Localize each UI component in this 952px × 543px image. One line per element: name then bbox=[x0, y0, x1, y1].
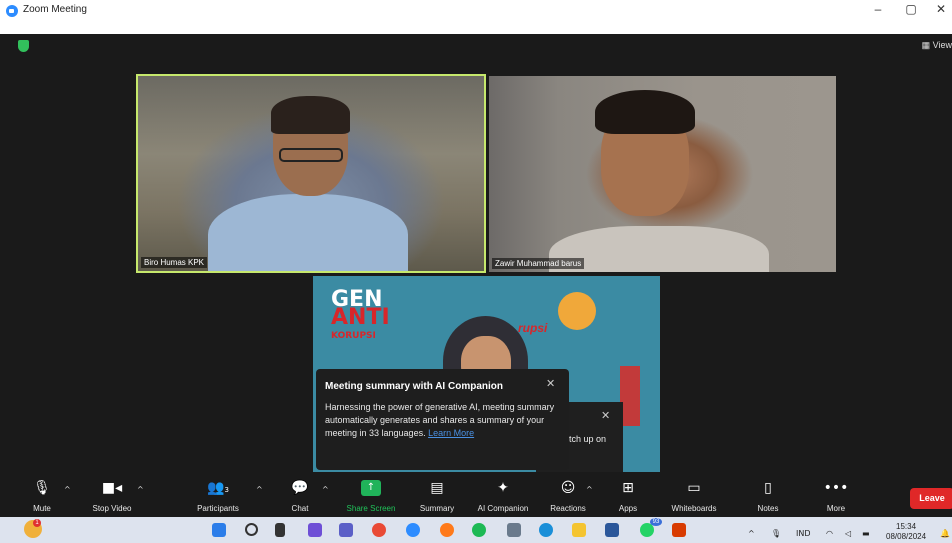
secondary-tooltip-close-icon[interactable]: ✕ bbox=[601, 409, 610, 422]
title-bar: Zoom Meeting – ▢ ✕ bbox=[0, 0, 952, 34]
chat-bubble-icon: 💬 bbox=[291, 480, 309, 496]
participant-hair bbox=[271, 96, 350, 134]
whiteboard-icon: ▭ bbox=[687, 480, 701, 496]
spotify-icon[interactable] bbox=[472, 523, 486, 537]
powerpoint-icon[interactable] bbox=[672, 523, 686, 537]
smiley-plus-icon: ☺ bbox=[560, 480, 576, 496]
video-tile-biro-humas[interactable]: Biro Humas KPK bbox=[136, 74, 486, 273]
mute-button[interactable]: 🎙 Mute bbox=[7, 478, 77, 513]
minimize-button[interactable]: – bbox=[867, 2, 889, 16]
tooltip-body: Harnessing the power of generative AI, m… bbox=[325, 402, 555, 438]
edge-icon[interactable] bbox=[539, 523, 553, 537]
notes-icon: ▯ bbox=[764, 480, 772, 496]
leave-button[interactable]: Leave bbox=[910, 488, 952, 509]
search-icon[interactable] bbox=[245, 523, 258, 536]
secondary-tooltip-text: tch up on bbox=[569, 434, 607, 444]
close-button[interactable]: ✕ bbox=[930, 2, 952, 16]
gen-anti-korupsi-logo: GEN ANTI KORUPSI bbox=[331, 287, 390, 342]
summary-document-icon: ▤ bbox=[430, 480, 444, 496]
microphone-icon: 🎙 bbox=[33, 480, 51, 496]
summary-button[interactable]: ▤ Summary bbox=[402, 478, 472, 513]
tooltip-title: Meeting summary with AI Companion bbox=[325, 381, 503, 392]
tray-microphone-icon[interactable]: 🎙 bbox=[771, 529, 781, 538]
participant-glasses bbox=[279, 148, 343, 162]
participant-hair bbox=[595, 90, 695, 134]
file-explorer-icon[interactable] bbox=[572, 523, 586, 537]
participant-name-label: Zawir Muhammad barus bbox=[492, 258, 585, 269]
apps-button[interactable]: ⊞ Apps bbox=[593, 478, 663, 513]
participants-icon: 👥3 bbox=[207, 480, 229, 496]
window-title: Zoom Meeting bbox=[23, 4, 87, 15]
notes-button[interactable]: ▯ Notes bbox=[733, 478, 803, 513]
more-button[interactable]: ••• More bbox=[801, 478, 871, 513]
language-indicator[interactable]: IND bbox=[796, 529, 811, 538]
zoom-logo-icon bbox=[6, 5, 18, 17]
weather-badge: 1 bbox=[33, 519, 41, 527]
firefox-icon[interactable] bbox=[440, 523, 454, 537]
restore-button[interactable]: ▢ bbox=[900, 2, 922, 16]
word-icon[interactable] bbox=[605, 523, 619, 537]
share-arrow-icon: ↑ bbox=[361, 480, 381, 496]
view-button[interactable]: ▦ View bbox=[922, 40, 952, 51]
whatsapp-badge: 93 bbox=[650, 518, 662, 526]
camera-icon[interactable] bbox=[507, 523, 521, 537]
grid-icon: ▦ bbox=[921, 40, 933, 50]
copilot-icon[interactable] bbox=[308, 523, 322, 537]
chrome-icon[interactable] bbox=[372, 523, 386, 537]
apps-grid-icon: ⊞ bbox=[622, 480, 634, 496]
windows-start-icon[interactable] bbox=[212, 523, 226, 537]
share-screen-button[interactable]: ↑ Share Screen bbox=[336, 478, 406, 513]
reactions-options-chevron-icon[interactable]: ^ bbox=[586, 485, 593, 494]
learn-more-link[interactable]: Learn More bbox=[428, 428, 474, 438]
slide-text-fragment: rupsi bbox=[518, 321, 548, 335]
wifi-icon[interactable]: ◠ bbox=[826, 529, 833, 538]
video-tile-zawir[interactable]: Zawir Muhammad barus bbox=[489, 76, 836, 272]
participant-name-label: Biro Humas KPK bbox=[141, 257, 208, 268]
battery-icon[interactable]: ▬ bbox=[862, 529, 870, 538]
whiteboards-button[interactable]: ▭ Whiteboards bbox=[659, 478, 729, 513]
tray-overflow-chevron-icon[interactable]: ^ bbox=[748, 529, 755, 538]
task-view-icon[interactable] bbox=[275, 523, 285, 537]
video-camera-icon: ■◂ bbox=[101, 480, 123, 496]
tooltip-close-icon[interactable]: ✕ bbox=[546, 377, 555, 390]
audio-options-chevron-icon[interactable]: ^ bbox=[64, 485, 71, 494]
ai-companion-button[interactable]: ✦ AI Companion bbox=[468, 478, 538, 513]
video-options-chevron-icon[interactable]: ^ bbox=[137, 485, 144, 494]
volume-icon[interactable]: ◁ bbox=[845, 529, 851, 538]
building-graphic bbox=[620, 366, 640, 426]
chat-options-chevron-icon[interactable]: ^ bbox=[322, 485, 329, 494]
participants-options-chevron-icon[interactable]: ^ bbox=[256, 485, 263, 494]
teams-icon[interactable] bbox=[339, 523, 353, 537]
participants-button[interactable]: 👥3 Participants bbox=[183, 478, 253, 513]
notification-bell-icon[interactable]: 🔔 bbox=[940, 529, 950, 538]
more-dots-icon: ••• bbox=[823, 480, 849, 496]
stop-video-button[interactable]: ■◂ Stop Video bbox=[77, 478, 147, 513]
encryption-shield-icon[interactable] bbox=[18, 40, 29, 52]
participant-shirt bbox=[208, 194, 408, 271]
chat-button[interactable]: 💬 Chat bbox=[265, 478, 335, 513]
sun-graphic bbox=[558, 292, 596, 330]
zoom-taskbar-icon[interactable] bbox=[406, 523, 420, 537]
system-clock[interactable]: 15:34 08/08/2024 bbox=[886, 522, 926, 542]
sparkle-icon: ✦ bbox=[497, 480, 509, 496]
